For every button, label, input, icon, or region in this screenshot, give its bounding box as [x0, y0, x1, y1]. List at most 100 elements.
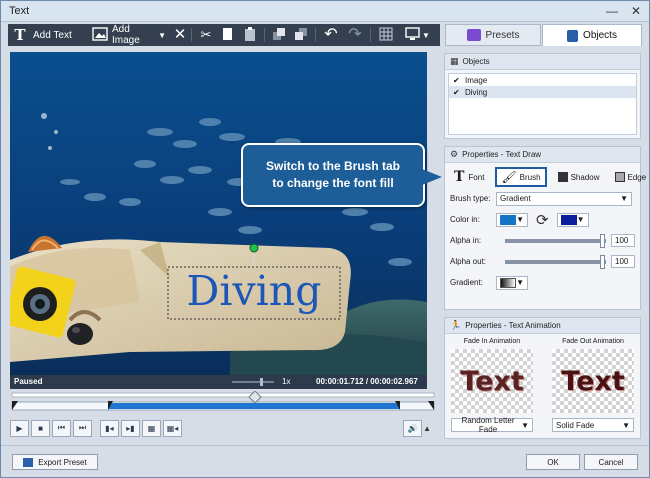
preview-status-bar: Paused 1x 00:00:01.712 / 00:00:02.967	[10, 375, 427, 389]
alpha-in-slider[interactable]	[505, 233, 606, 248]
gear-icon: ⚙	[450, 149, 459, 159]
fade-out-title: Fade Out Animation	[562, 338, 624, 345]
tab-presets[interactable]: Presets	[445, 24, 541, 46]
color-swatch	[560, 214, 577, 225]
video-preview[interactable]: Diving	[10, 52, 427, 375]
chevron-down-icon: ▼	[516, 278, 524, 287]
image-icon	[92, 27, 108, 43]
callout-line-1: Switch to the Brush tab	[265, 159, 400, 173]
add-text-button[interactable]: T Add Text	[8, 24, 88, 46]
color-in-row: Color in: ▼ ⟳ ▼	[445, 209, 640, 230]
object-item-label: Image	[465, 75, 488, 85]
objects-panel-icon: ▦	[450, 56, 459, 66]
tab-font[interactable]: T Font	[450, 167, 488, 187]
window-title: Text	[9, 5, 30, 17]
cut-icon[interactable]: ✂	[198, 27, 214, 43]
tab-shadow-label: Shadow	[570, 172, 600, 182]
paste-icon[interactable]	[242, 27, 258, 43]
color-in-label: Color in:	[450, 215, 480, 224]
text-animation-panel: 🏃 Properties - Text Animation Fade In An…	[444, 317, 641, 439]
list-item[interactable]: ✔ Diving	[449, 86, 636, 98]
bring-forward-icon[interactable]	[271, 27, 287, 43]
delete-icon[interactable]: ✕	[172, 27, 188, 43]
shadow-icon	[557, 172, 568, 182]
fit-button[interactable]: ▦	[142, 419, 161, 437]
close-icon[interactable]: ✕	[625, 3, 647, 19]
color-in-picker-1[interactable]: ▼	[496, 212, 528, 227]
fade-out-preview[interactable]: Text	[552, 349, 634, 413]
play-icon: ▶	[16, 423, 23, 433]
mark-out-button[interactable]: ▸▮	[121, 419, 140, 437]
grid-icon[interactable]	[378, 27, 394, 43]
ok-label: OK	[547, 457, 559, 467]
fade-in-title: Fade In Animation	[463, 338, 521, 345]
send-backward-icon[interactable]	[293, 27, 309, 43]
split-button[interactable]: ▦◂	[163, 419, 182, 437]
objects-panel-title: Objects	[462, 57, 490, 66]
alpha-out-row: Alpha out: 100	[445, 251, 640, 272]
stop-button[interactable]: ■	[31, 419, 50, 437]
ok-button[interactable]: OK	[526, 454, 580, 470]
swap-colors-icon[interactable]: ⟳	[536, 211, 549, 229]
text-object[interactable]: Diving	[168, 264, 340, 319]
tab-shadow[interactable]: Shadow	[554, 167, 604, 187]
gradient-picker[interactable]: ▼	[496, 275, 528, 290]
checkmark-icon[interactable]: ✔	[453, 76, 462, 85]
prev-button[interactable]: ⏮	[52, 419, 71, 437]
toolbar-divider	[315, 28, 316, 42]
alpha-in-input[interactable]: 100	[611, 234, 635, 247]
volume-button[interactable]: 🔊	[403, 419, 423, 437]
speed-slider[interactable]	[232, 378, 274, 386]
volume-icon: 🔊	[407, 423, 418, 433]
monitor-dropdown-icon[interactable]: ▼	[422, 31, 430, 40]
skip-forward-icon: ⏭	[78, 423, 87, 432]
chevron-down-icon: ▼	[576, 215, 585, 224]
next-button[interactable]: ⏭	[73, 419, 92, 437]
brush-type-select[interactable]: Gradient ▼	[496, 191, 632, 206]
redo-icon[interactable]: ↷	[347, 27, 363, 43]
object-item-label: Diving	[465, 87, 488, 97]
cancel-button[interactable]: Cancel	[584, 454, 638, 470]
volume-dropdown-icon[interactable]: ▲	[423, 424, 431, 433]
callout-pointer	[422, 169, 442, 185]
tab-brush[interactable]: 🖌 Brush	[495, 167, 547, 187]
copy-icon[interactable]	[220, 27, 236, 43]
dialog-footer: Export Preset OK Cancel	[1, 445, 649, 477]
export-preset-button[interactable]: Export Preset	[12, 454, 98, 470]
tab-brush-label: Brush	[519, 172, 541, 182]
tab-edge[interactable]: Edge	[611, 167, 650, 187]
fade-out-select[interactable]: Solid Fade ▼	[552, 418, 634, 432]
export-preset-label: Export Preset	[38, 457, 87, 467]
mark-in-button[interactable]: ▮◂	[100, 419, 119, 437]
alpha-out-slider[interactable]	[505, 254, 606, 269]
panel-tabs: Presets Objects	[445, 24, 643, 46]
chevron-down-icon: ▼	[620, 194, 628, 203]
checkmark-icon[interactable]: ✔	[453, 88, 462, 97]
text-draw-subtabs: T Font 🖌 Brush Shadow Edge	[445, 166, 646, 188]
chevron-down-icon: ▼	[521, 420, 529, 430]
list-item[interactable]: ✔ Image	[449, 74, 636, 86]
text-animation-header: 🏃 Properties - Text Animation	[445, 318, 640, 334]
fade-in-select[interactable]: Random Letter Fade ▼	[451, 416, 533, 434]
running-figure-icon: 🏃	[450, 320, 462, 330]
fade-in-value: Random Letter Fade	[461, 416, 515, 434]
play-button[interactable]: ▶	[10, 419, 29, 437]
speed-value: 1x	[282, 377, 291, 386]
monitor-icon[interactable]	[404, 27, 420, 43]
chevron-down-icon: ▼	[516, 215, 524, 224]
timeline[interactable]	[10, 390, 436, 415]
gradient-row: Gradient: ▼	[445, 272, 640, 293]
alpha-out-slider-thumb[interactable]	[600, 254, 605, 269]
speed-slider-thumb[interactable]	[260, 378, 263, 386]
alpha-in-slider-thumb[interactable]	[600, 233, 605, 248]
fade-in-preview[interactable]: Text	[451, 349, 533, 413]
add-image-button[interactable]: Add Image ▼	[88, 24, 170, 46]
color-in-picker-2[interactable]: ▼	[556, 212, 589, 227]
objects-panel-header: ▦ Objects	[445, 54, 640, 70]
undo-icon[interactable]: ↶	[323, 27, 339, 43]
minimize-icon[interactable]: —	[601, 3, 623, 19]
add-image-dropdown-icon[interactable]: ▼	[158, 31, 166, 40]
alpha-out-input[interactable]: 100	[611, 255, 635, 268]
text-draw-panel: ⚙ Properties - Text Draw T Font 🖌 Brush …	[444, 146, 646, 310]
tab-objects[interactable]: Objects	[542, 24, 642, 46]
